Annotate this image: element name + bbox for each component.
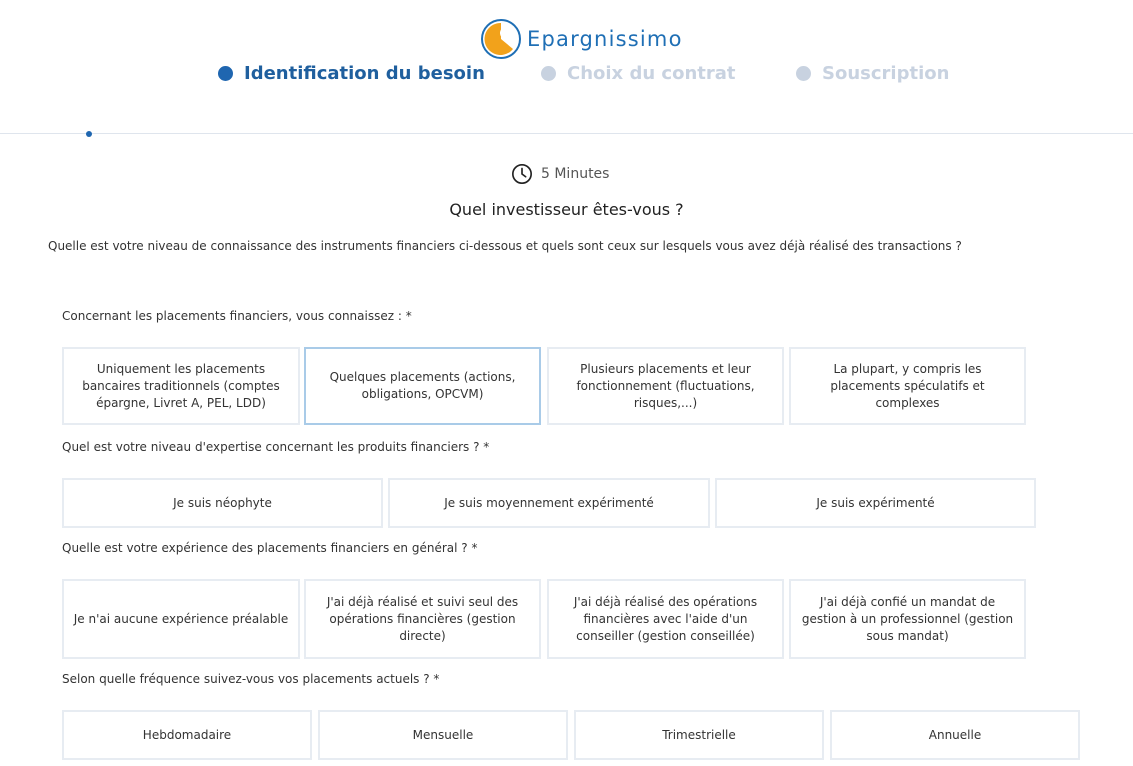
option-card[interactable]: Je suis expérimenté xyxy=(715,478,1036,528)
option-label: Hebdomadaire xyxy=(142,727,232,742)
stepper: Identification du besoin Choix du contra… xyxy=(0,63,1133,87)
option-card[interactable]: Je suis moyennement expérimenté xyxy=(388,478,710,528)
step-label: Souscription xyxy=(822,63,950,84)
question-label: Selon quelle fréquence suivez-vous vos p… xyxy=(62,672,440,686)
option-card[interactable]: Annuelle xyxy=(830,710,1080,760)
step-label: Identification du besoin xyxy=(244,63,485,84)
option-card[interactable]: J'ai déjà réalisé des opérations financi… xyxy=(547,579,784,659)
option-label: J'ai déjà confié un mandat de gestion à … xyxy=(801,594,1014,643)
option-card[interactable]: Hebdomadaire xyxy=(62,710,312,760)
option-card[interactable]: Uniquement les placements bancaires trad… xyxy=(62,347,300,425)
option-card[interactable]: J'ai déjà réalisé et suivi seul des opér… xyxy=(304,579,541,659)
question-label: Concernant les placements financiers, vo… xyxy=(62,309,412,323)
option-label: Je n'ai aucune expérience préalable xyxy=(73,611,289,626)
option-card[interactable]: Je n'ai aucune expérience préalable xyxy=(62,579,300,659)
step-choix-contrat[interactable]: Choix du contrat xyxy=(541,63,736,84)
duration-label: 5 Minutes xyxy=(541,166,610,182)
page-intro: Quelle est votre niveau de connaissance … xyxy=(48,239,962,253)
option-label: Quelques placements (actions, obligation… xyxy=(329,370,516,401)
option-label: Trimestrielle xyxy=(662,727,736,742)
brand-name: Epargnissimo xyxy=(527,27,683,51)
option-card[interactable]: Trimestrielle xyxy=(574,710,824,760)
option-label: J'ai déjà réalisé et suivi seul des opér… xyxy=(326,594,519,643)
option-card[interactable]: J'ai déjà confié un mandat de gestion à … xyxy=(789,579,1026,659)
step-dot-icon xyxy=(218,66,233,81)
option-label: Je suis néophyte xyxy=(173,495,272,510)
option-label: Mensuelle xyxy=(412,727,474,742)
step-label: Choix du contrat xyxy=(567,63,736,84)
option-label: Annuelle xyxy=(928,727,982,742)
option-label: Plusieurs placements et leur fonctionnem… xyxy=(576,361,755,410)
question-label: Quelle est votre expérience des placemen… xyxy=(62,541,478,555)
page-title: Quel investisseur êtes-vous ? xyxy=(449,200,684,219)
option-card[interactable]: La plupart, y compris les placements spé… xyxy=(789,347,1026,425)
progress-indicator xyxy=(86,131,92,137)
option-label: La plupart, y compris les placements spé… xyxy=(830,361,985,410)
option-card[interactable]: Plusieurs placements et leur fonctionnem… xyxy=(547,347,784,425)
step-dot-icon xyxy=(541,66,556,81)
option-label: Je suis moyennement expérimenté xyxy=(444,495,654,510)
option-label: Uniquement les placements bancaires trad… xyxy=(82,361,280,410)
option-label: J'ai déjà réalisé des opérations financi… xyxy=(573,594,758,643)
option-card[interactable]: Mensuelle xyxy=(318,710,568,760)
progress-track xyxy=(0,133,1133,134)
option-card[interactable]: Je suis néophyte xyxy=(62,478,383,528)
option-label: Je suis expérimenté xyxy=(816,495,935,510)
brand-logo[interactable]: Epargnissimo xyxy=(481,18,683,60)
question-label: Quel est votre niveau d'expertise concer… xyxy=(62,440,490,454)
option-card-selected[interactable]: Quelques placements (actions, obligation… xyxy=(304,347,541,425)
step-dot-icon xyxy=(796,66,811,81)
duration-indicator: 5 Minutes xyxy=(511,163,609,185)
clock-icon xyxy=(512,164,532,184)
logo-icon xyxy=(481,19,521,59)
step-souscription[interactable]: Souscription xyxy=(796,63,949,84)
step-identification[interactable]: Identification du besoin xyxy=(218,63,485,84)
